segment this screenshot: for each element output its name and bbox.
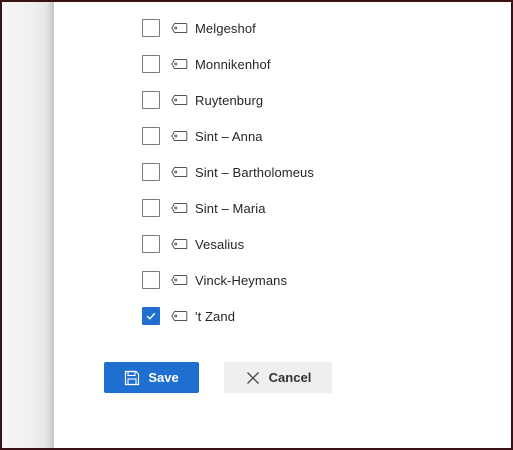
tag-icon (171, 23, 188, 33)
cancel-button[interactable]: Cancel (224, 362, 332, 393)
tag-icon (171, 59, 188, 69)
item-label: Sint – Maria (195, 200, 266, 216)
window-frame: Melgeshof Monnikenhof Ruytenburg Sint – … (0, 0, 513, 450)
floppy-disk-icon (125, 370, 140, 385)
checkbox[interactable] (142, 163, 160, 181)
checkbox[interactable] (142, 91, 160, 109)
item-label: Melgeshof (195, 20, 256, 36)
checkmark-icon (146, 312, 156, 320)
checkbox[interactable] (142, 307, 160, 325)
list-item[interactable]: Monnikenhof (142, 49, 271, 79)
left-shadow-panel (2, 2, 54, 448)
save-button[interactable]: Save (104, 362, 199, 393)
checkbox[interactable] (142, 235, 160, 253)
checkbox[interactable] (142, 19, 160, 37)
tag-icon (171, 275, 188, 285)
item-label: Ruytenburg (195, 92, 264, 108)
checkbox[interactable] (142, 199, 160, 217)
save-label: Save (148, 370, 179, 385)
close-icon (246, 371, 259, 384)
list-item[interactable]: Ruytenburg (142, 85, 263, 115)
list-item[interactable]: Sint – Bartholomeus (142, 157, 314, 187)
item-label: Sint – Anna (195, 128, 263, 144)
list-item[interactable]: Vesalius (142, 229, 244, 259)
list-item[interactable]: Sint – Anna (142, 121, 263, 151)
checkbox[interactable] (142, 127, 160, 145)
cancel-label: Cancel (268, 370, 312, 385)
item-label: Vinck-Heymans (195, 272, 288, 288)
checkbox[interactable] (142, 55, 160, 73)
list-item[interactable]: 't Zand (142, 301, 235, 331)
tag-icon (171, 203, 188, 213)
tag-icon (171, 239, 188, 249)
checkbox[interactable] (142, 271, 160, 289)
tag-icon (171, 131, 188, 141)
item-label: Vesalius (195, 236, 245, 252)
item-label: Monnikenhof (195, 56, 271, 72)
tag-icon (171, 167, 188, 177)
content-panel: Melgeshof Monnikenhof Ruytenburg Sint – … (54, 2, 511, 448)
tag-icon (171, 311, 188, 321)
item-label: Sint – Bartholomeus (195, 164, 314, 180)
list-item[interactable]: Melgeshof (142, 13, 256, 43)
list-item[interactable]: Sint – Maria (142, 193, 266, 223)
item-label: 't Zand (195, 308, 236, 324)
list-item[interactable]: Vinck-Heymans (142, 265, 287, 295)
tag-icon (171, 95, 188, 105)
